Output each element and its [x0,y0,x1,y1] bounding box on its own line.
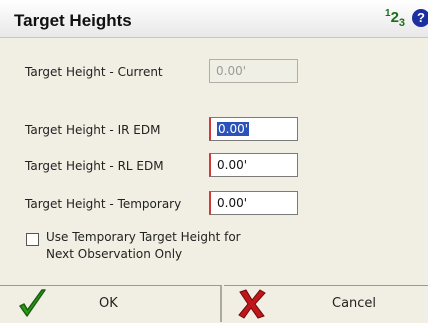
checkbox-label-line1: Use Temporary Target Height for [46,230,241,244]
temporary-height-value[interactable]: 0.00' [217,196,247,210]
ir-edm-height-value[interactable]: 0.00' [217,122,250,136]
checkmark-icon [18,288,48,323]
ir-edm-height-input[interactable]: 0.00' [209,117,298,141]
current-height-value: 0.00' [216,64,247,78]
use-temporary-checkbox[interactable] [26,233,39,246]
label-rl-edm: Target Height - RL EDM [25,159,164,173]
checkbox-label-line2: Next Observation Only [46,247,183,261]
label-temporary: Target Height - Temporary [25,197,182,211]
cancel-button[interactable]: Cancel [224,285,428,322]
current-height-field: 0.00' [209,59,298,83]
ok-button-label: OK [99,296,118,311]
temporary-height-input[interactable]: 0.00' [209,191,298,215]
x-icon [237,288,267,323]
rl-edm-height-input[interactable]: 0.00' [209,153,298,177]
dialog-title: Target Heights [14,11,132,30]
title-bar: Target Heights 123 ? [0,0,428,38]
label-current: Target Height - Current [25,65,163,79]
number-pad-icon[interactable]: 123 [385,8,405,29]
ok-button[interactable]: OK [0,285,222,322]
rl-edm-height-value[interactable]: 0.00' [217,158,247,172]
use-temporary-checkbox-label[interactable]: Use Temporary Target Height for Next Obs… [46,229,306,263]
label-ir-edm: Target Height - IR EDM [25,123,161,137]
help-icon[interactable]: ? [412,9,428,27]
cancel-button-label: Cancel [332,296,377,311]
